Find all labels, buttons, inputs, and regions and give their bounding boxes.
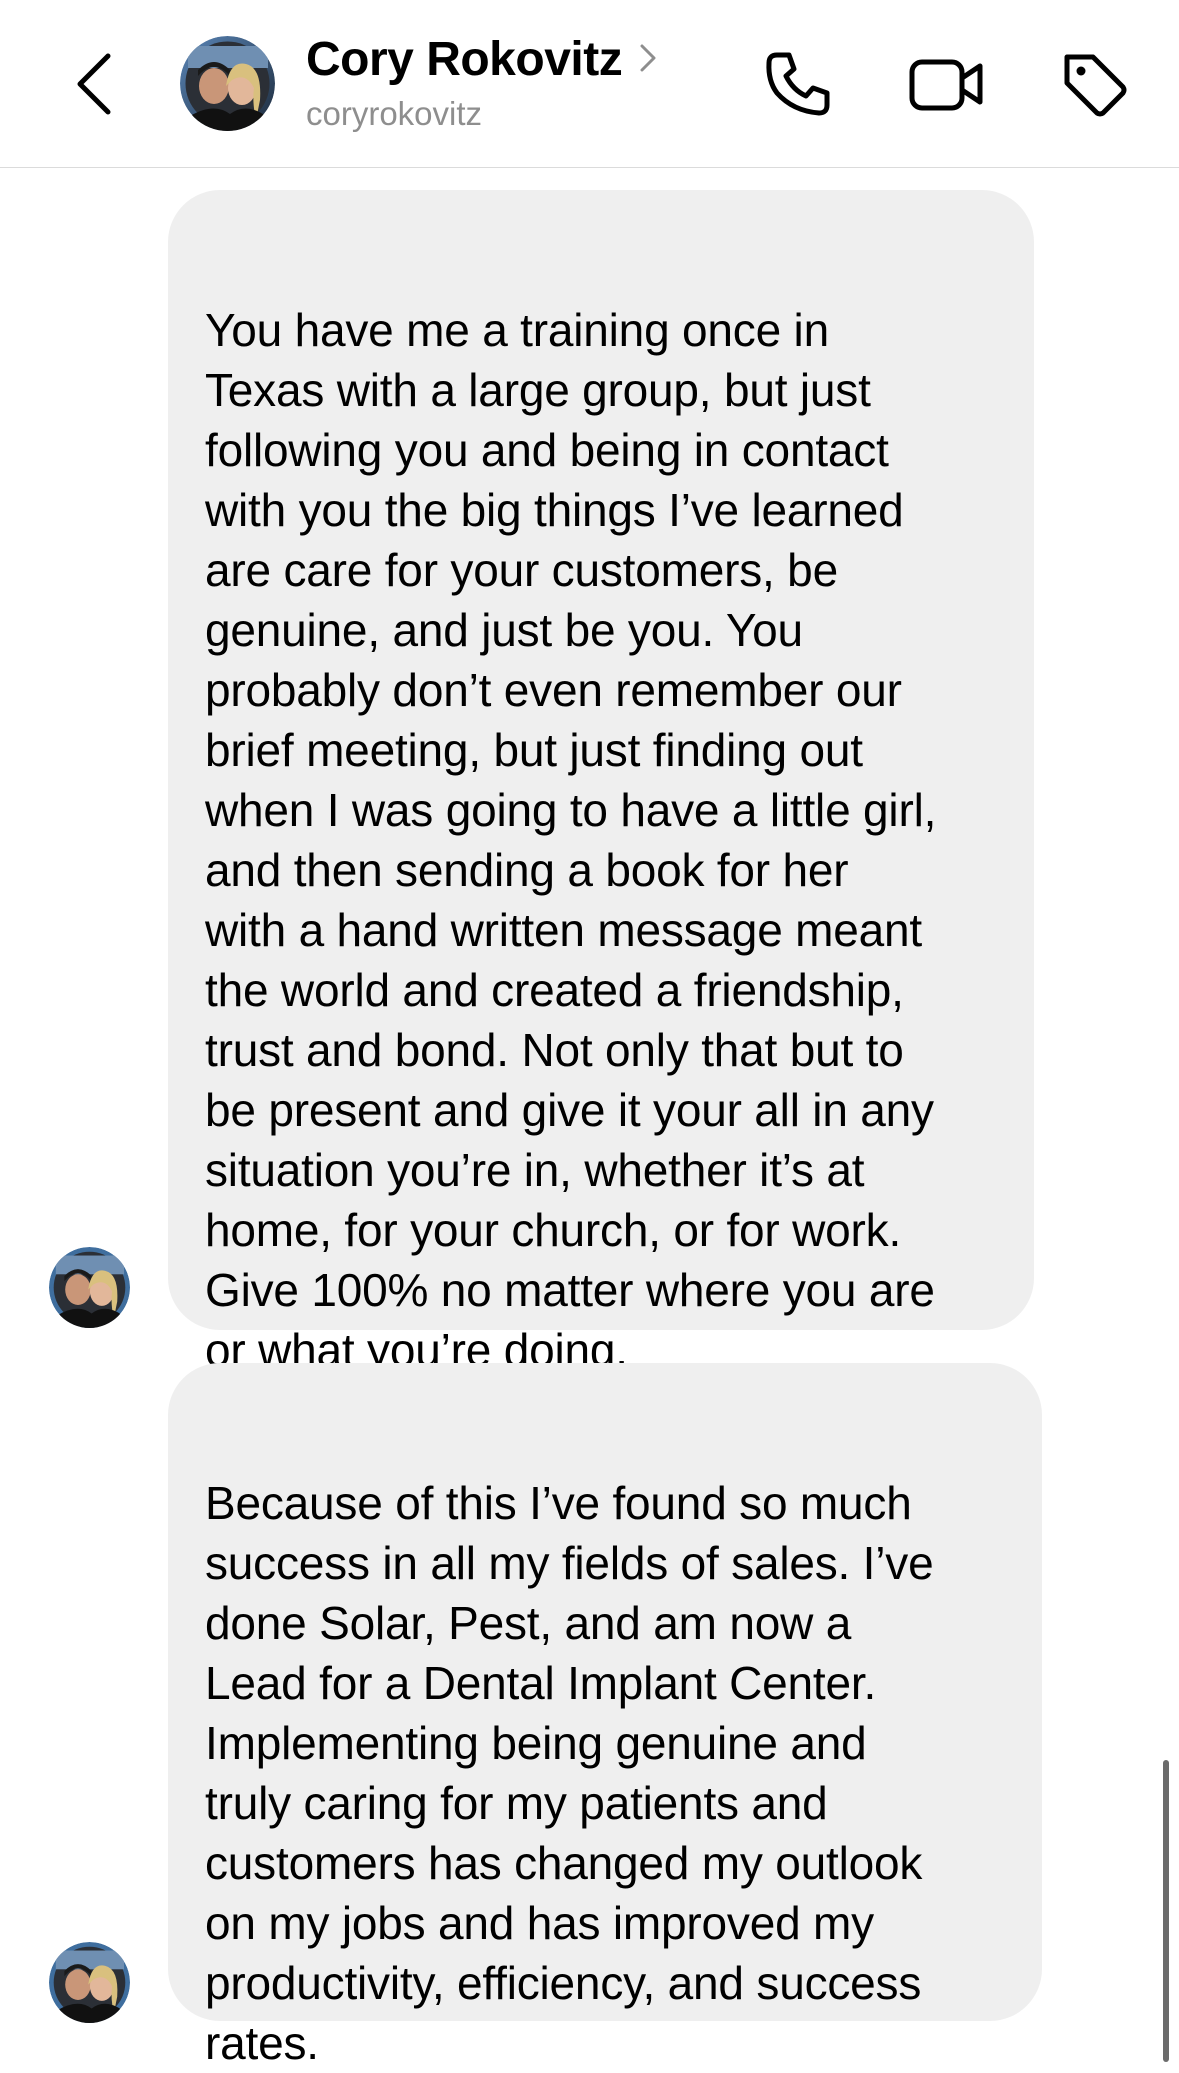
message-text: Because of this I’ve found so much succe… [205,1477,934,2069]
video-camera-icon [909,59,983,111]
message-text: You have me a training once in Texas wit… [205,304,937,1376]
label-button[interactable] [1054,44,1134,124]
sender-avatar[interactable] [49,1942,130,2023]
message-bubble[interactable]: You have me a training once in Texas wit… [168,190,1034,1376]
contact-profile-link[interactable]: Cory Rokovitz coryrokovitz [306,30,656,134]
sender-avatar[interactable] [49,1247,130,1328]
phone-icon [766,52,830,116]
tag-icon [1064,54,1127,117]
scrollbar[interactable] [1163,1760,1169,2062]
chevron-left-icon [77,53,111,115]
avatar[interactable] [180,36,275,131]
video-call-button[interactable] [906,44,986,124]
message-bubble[interactable]: Because of this I’ve found so much succe… [168,1363,1042,2069]
message-thread[interactable]: You have me a training once in Texas wit… [0,168,1179,2069]
back-button[interactable] [58,40,130,128]
audio-call-button[interactable] [758,44,838,124]
chevron-right-icon [640,44,656,72]
contact-username: coryrokovitz [306,95,483,132]
contact-name: Cory Rokovitz [306,33,623,86]
chat-header: Cory Rokovitz coryrokovitz [0,0,1179,168]
